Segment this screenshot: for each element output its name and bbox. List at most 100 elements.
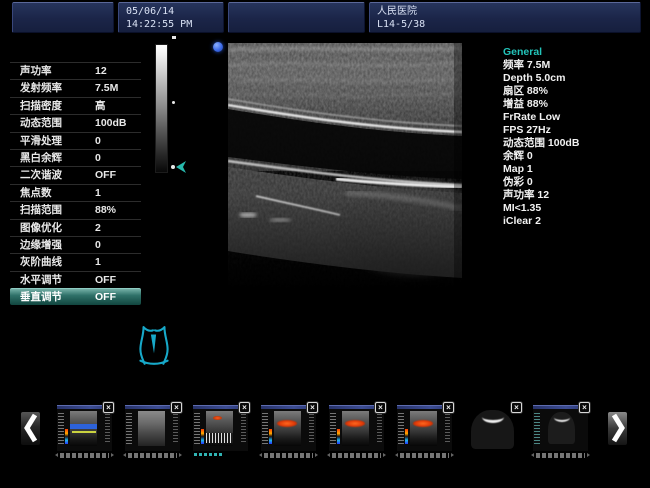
topbar-blank-box (12, 2, 114, 33)
thumbnail-close-button[interactable]: × (307, 402, 318, 413)
thumbnail-close-button[interactable]: × (239, 402, 250, 413)
convex-image-body (548, 412, 575, 444)
doppler-colorbar (65, 429, 68, 444)
thumbnail-close-button[interactable]: × (579, 402, 590, 413)
param-row-bw-persistence[interactable]: 黑白余辉0 (10, 149, 141, 166)
info-sector: 扇区 88% (503, 85, 645, 98)
doppler-red-blob (345, 420, 365, 427)
param-row-horizontal-adjust[interactable]: 水平调节OFF (10, 271, 141, 288)
doppler-colorbar (201, 429, 204, 444)
thumbnail-measure-text (194, 453, 224, 456)
date-text: 05/06/14 (126, 5, 216, 18)
thumbnail-close-button[interactable]: × (171, 402, 182, 413)
info-depth: Depth 5.0cm (503, 72, 645, 85)
info-map: Map 1 (503, 163, 645, 176)
doppler-colorbar (337, 429, 340, 444)
info-gain: 增益 88% (503, 98, 645, 111)
thumbnail-left-annotations (534, 412, 540, 444)
tgc-bottom-marker (171, 165, 175, 169)
info-dynamic-range: 动态范围 100dB (503, 137, 645, 150)
convex-image-body (471, 410, 514, 449)
thumbnail-right-annotations (309, 412, 314, 442)
info-frequency: 频率 7.5M (503, 59, 645, 72)
topbar-hospital-box: 人民医院 L14-5/38 (369, 2, 641, 33)
thumbnails-next-button[interactable] (608, 412, 627, 445)
chevron-right-icon (609, 412, 627, 444)
thumbnail-left-annotations (126, 412, 132, 444)
info-iclear: iClear 2 (503, 215, 645, 228)
thumbnail-right-annotations (241, 412, 246, 442)
general-info-panel: General 频率 7.5M Depth 5.0cm 扇区 88% 增益 88… (503, 46, 645, 228)
thumbnail-6[interactable]: × (397, 405, 452, 451)
trace-yellow-line (72, 431, 96, 433)
info-chroma: 伪彩 0 (503, 176, 645, 189)
thumbnail-caption (332, 453, 381, 458)
thumbnail-image (410, 411, 437, 446)
param-row-vertical-adjust[interactable]: 垂直调节OFF (10, 288, 141, 305)
thumbnail-right-annotations (173, 412, 178, 442)
thumbnail-1[interactable]: × (57, 405, 112, 451)
param-row-image-optimize[interactable]: 图像优化2 (10, 219, 141, 236)
param-row-tx-frequency[interactable]: 发射频率7.5M (10, 79, 141, 96)
param-row-acoustic-power[interactable]: 声功率12 (10, 62, 141, 79)
topbar-datetime-box: 05/06/14 14:22:55 PM (118, 2, 224, 33)
thumbnail-close-button[interactable]: × (375, 402, 386, 413)
thumbnail-caption (128, 453, 177, 458)
thumbnail-right-annotations (105, 412, 110, 442)
doppler-colorbar (269, 429, 272, 444)
thumbnail-8[interactable]: × (533, 405, 588, 451)
doppler-red-blob (277, 420, 297, 427)
thumbnail-2[interactable]: × (125, 405, 180, 451)
thumbnails-prev-button[interactable] (21, 412, 40, 445)
thumbnail-left-annotations (194, 412, 200, 444)
thumbnail-caption (264, 453, 313, 458)
tgc-mid-marker (172, 101, 175, 104)
info-fps: FPS 27Hz (503, 124, 645, 137)
thumbnail-left-annotations (262, 412, 268, 444)
thumbnail-caption (60, 453, 109, 458)
hospital-name: 人民医院 (377, 5, 633, 18)
param-row-smoothing[interactable]: 平滑处理0 (10, 132, 141, 149)
thumbnail-left-annotations (398, 412, 404, 444)
info-persistence: 余辉 0 (503, 150, 645, 163)
thumbnail-right-annotations (377, 412, 382, 442)
param-row-gray-curve[interactable]: 灰阶曲线1 (10, 253, 141, 270)
thumbnail-image (274, 411, 301, 446)
thumbnail-3[interactable]: × (193, 405, 248, 451)
param-row-scan-density[interactable]: 扫描密度高 (10, 97, 141, 114)
thumbnail-close-button[interactable]: × (511, 402, 522, 413)
thumbnail-right-annotations (445, 412, 450, 442)
convex-near-field-arc (554, 413, 570, 422)
thumbnail-close-button[interactable]: × (443, 402, 454, 413)
info-frame-rate: FrRate Low (503, 111, 645, 124)
param-row-focus-number[interactable]: 焦点数1 (10, 184, 141, 201)
grayscale-bar (155, 44, 168, 173)
body-marker-icon (136, 322, 172, 368)
thumbnail-5[interactable]: × (329, 405, 384, 451)
tgc-top-marker (172, 36, 176, 39)
thumbnail-close-button[interactable]: × (103, 402, 114, 413)
param-row-dynamic-range[interactable]: 动态范围100dB (10, 114, 141, 131)
thumbnail-left-annotations (58, 412, 64, 444)
probe-model: L14-5/38 (377, 18, 633, 31)
doppler-blue-band (70, 424, 97, 429)
param-row-harmonic[interactable]: 二次谐波OFF (10, 166, 141, 183)
info-mi: MI<1.35 (503, 202, 645, 215)
param-row-edge-enhance[interactable]: 边缘增强0 (10, 236, 141, 253)
thumbnail-image (138, 411, 165, 446)
thumbnail-left-annotations (330, 412, 336, 444)
time-text: 14:22:55 PM (126, 18, 216, 31)
doppler-red-spot (213, 416, 222, 420)
thumbnail-caption (400, 453, 449, 458)
thumbnail-4[interactable]: × (261, 405, 316, 451)
param-row-scan-range[interactable]: 扫描范围88% (10, 201, 141, 218)
focus-arrow-icon (176, 161, 186, 173)
probe-orientation-dot-icon (213, 42, 223, 52)
thumbnail-image (206, 411, 233, 446)
thumbnail-image (70, 411, 97, 446)
thumbnail-7[interactable]: × (465, 405, 520, 451)
general-panel-title: General (503, 46, 645, 59)
info-acoustic-power: 声功率 12 (503, 189, 645, 202)
thumbnail-caption (536, 453, 585, 458)
ultrasound-image (228, 43, 462, 376)
